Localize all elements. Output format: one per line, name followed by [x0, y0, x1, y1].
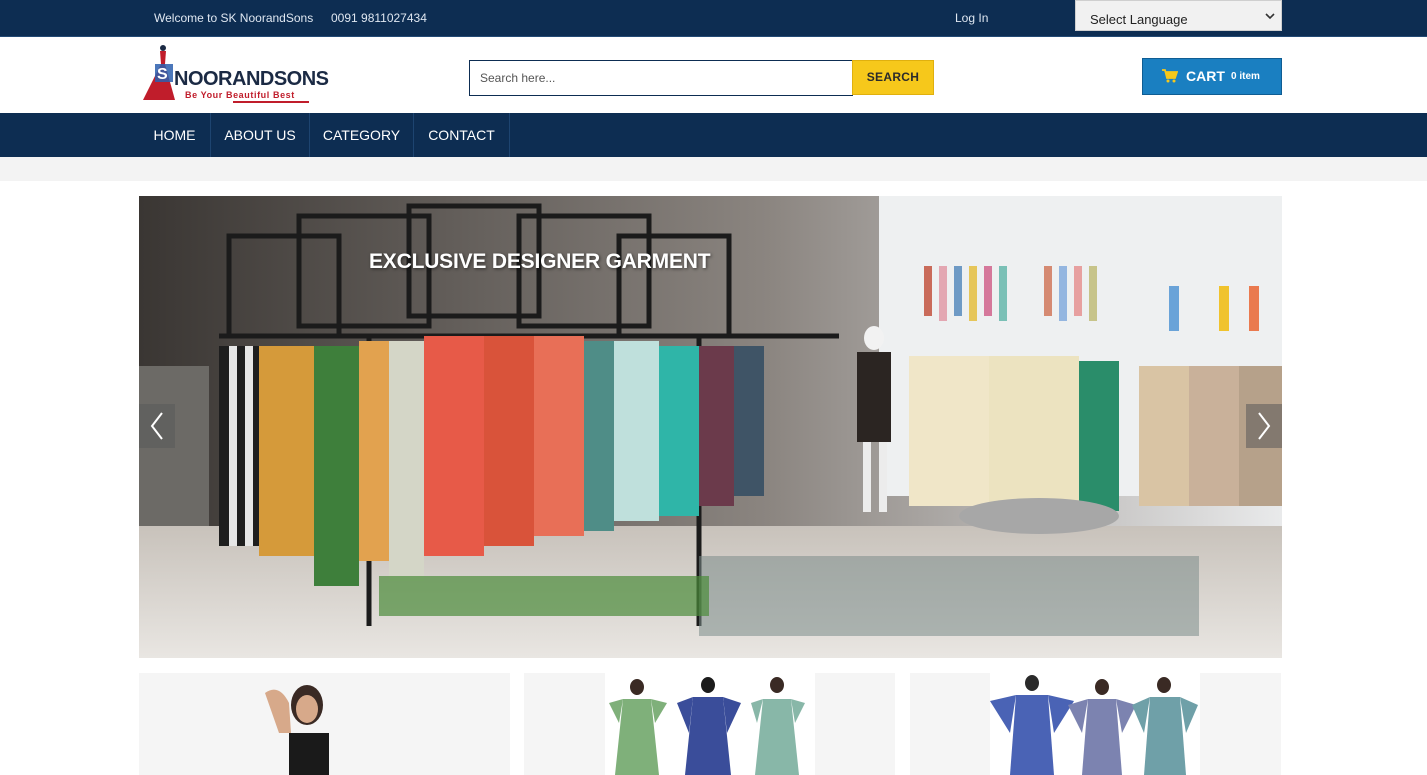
- site-logo[interactable]: S NOORANDSONS Be Your Beautiful Best: [141, 42, 329, 106]
- chevron-right-icon: [1258, 412, 1271, 440]
- model-black-top-photo: [265, 685, 329, 775]
- chevron-left-icon: [150, 412, 163, 440]
- product-image-frame: [605, 673, 815, 775]
- logo-brand-text: NOORANDSONS: [174, 68, 329, 90]
- logo-tagline: Be Your Beautiful Best: [185, 90, 295, 100]
- nav-item-about-us[interactable]: ABOUT US: [211, 113, 310, 157]
- product-tile[interactable]: [524, 673, 895, 775]
- svg-text:S: S: [157, 66, 168, 83]
- nav-item-category[interactable]: CATEGORY: [310, 113, 414, 157]
- three-kaftans-photo: [990, 675, 1198, 775]
- cart-count: 0 item: [1231, 71, 1260, 82]
- product-tile[interactable]: [910, 673, 1281, 775]
- product-tile[interactable]: [139, 673, 510, 775]
- chevron-down-icon: [1265, 10, 1275, 24]
- cart-label: CART: [1186, 68, 1225, 84]
- welcome-text: Welcome to SK NoorandSons: [154, 11, 314, 25]
- phone-number: 0091 9811027434: [331, 11, 427, 25]
- store-interior-photo: [139, 196, 1282, 658]
- login-link[interactable]: Log In: [955, 11, 988, 25]
- main-nav: HOME ABOUT US CATEGORY CONTACT: [0, 113, 1427, 157]
- language-select-value: Select Language: [1090, 12, 1188, 27]
- product-image-frame: [990, 673, 1200, 775]
- logo-underline: [233, 101, 309, 103]
- language-select[interactable]: Select Language: [1075, 0, 1282, 31]
- three-dresses-photo: [609, 677, 805, 775]
- slider-next-button[interactable]: [1246, 404, 1282, 448]
- cart-icon: [1162, 69, 1179, 83]
- search-placeholder: Search here...: [480, 71, 556, 85]
- sub-bar: [0, 157, 1427, 181]
- hero-slider: EXCLUSIVE DESIGNER GARMENT: [139, 196, 1282, 658]
- search-button[interactable]: SEARCH: [852, 60, 934, 95]
- slider-caption: EXCLUSIVE DESIGNER GARMENT: [369, 250, 711, 273]
- search-input[interactable]: Search here...: [469, 60, 853, 96]
- nav-item-home[interactable]: HOME: [139, 113, 211, 157]
- top-bar: Welcome to SK NoorandSons 0091 981102743…: [0, 0, 1427, 37]
- nav-item-contact[interactable]: CONTACT: [414, 113, 510, 157]
- site-header: S NOORANDSONS Be Your Beautiful Best Sea…: [0, 38, 1427, 113]
- slider-prev-button[interactable]: [139, 404, 175, 448]
- cart-button[interactable]: CART 0 item: [1142, 58, 1282, 95]
